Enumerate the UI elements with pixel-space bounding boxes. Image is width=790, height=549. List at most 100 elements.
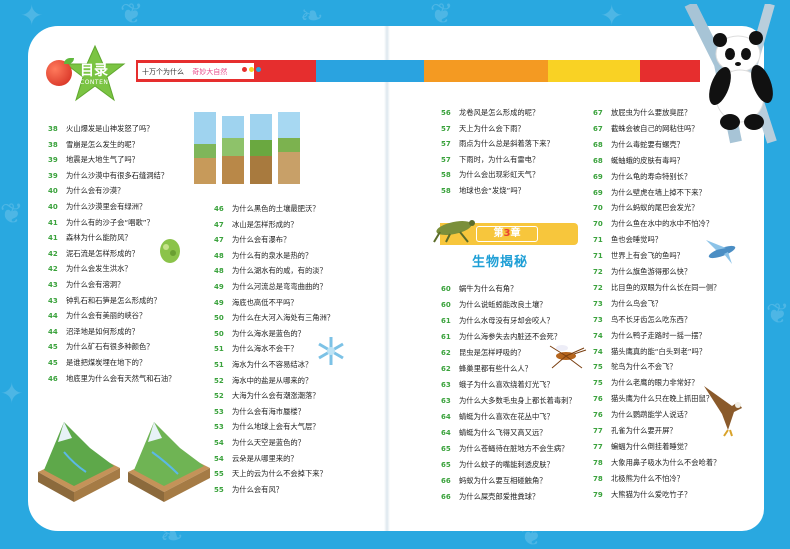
toc-page-number: 69 bbox=[593, 188, 603, 197]
toc-entry[interactable]: 49 海底也高低不平吗？ bbox=[214, 296, 298, 310]
toc-entry[interactable]: 70 为什么蚂蚁的尾巴会发光？ bbox=[593, 201, 699, 215]
toc-entry[interactable]: 64 蜻蜓为什么飞得又高又远？ bbox=[441, 426, 547, 440]
toc-entry[interactable]: 53 为什么会有海市蜃楼？ bbox=[214, 405, 305, 419]
toc-page-number: 63 bbox=[441, 397, 451, 405]
toc-entry[interactable]: 71 世界上有会飞的鱼吗？ bbox=[593, 249, 684, 263]
toc-entry[interactable]: 69 为什么龟的寿命特别长？ bbox=[593, 170, 691, 184]
chapter-label-pre: 第 bbox=[493, 228, 504, 239]
toc-entry[interactable]: 75 鸵鸟为什么不会飞？ bbox=[593, 360, 677, 374]
toc-entry[interactable]: 40 为什么沙漠里会有绿洲？ bbox=[48, 200, 146, 214]
toc-entry[interactable]: 65 为什么蚊子的嘴能刺透皮肤？ bbox=[441, 458, 554, 472]
toc-entry[interactable]: 48 为什么湖水有的咸，有的淡？ bbox=[214, 264, 327, 278]
toc-entry[interactable]: 77 孔雀为什么要开屏？ bbox=[593, 424, 677, 438]
toc-entry[interactable]: 46 地底里为什么会有天然气和石油？ bbox=[48, 372, 175, 386]
toc-entry[interactable]: 39 地震是大地生气了吗？ bbox=[48, 153, 139, 167]
toc-page-number: 48 bbox=[214, 251, 224, 260]
toc-entry-title: 为什么龟的寿命特别长？ bbox=[611, 171, 692, 181]
toc-entry[interactable]: 72 比目鱼的双眼为什么长在同一侧？ bbox=[593, 281, 720, 295]
toc-entry[interactable]: 51 海水为什么不容易结冰？ bbox=[214, 358, 312, 372]
toc-entry[interactable]: 43 为什么会有溶洞？ bbox=[48, 278, 124, 292]
toc-entry[interactable]: 45 是谁把煤炭埋在地下的？ bbox=[48, 356, 146, 370]
toc-entry[interactable]: 43 钟乳石和石笋是怎么形成的？ bbox=[48, 294, 161, 308]
toc-entry[interactable]: 78 北极熊为什么不怕冷？ bbox=[593, 472, 684, 486]
toc-entry[interactable]: 54 云朵是从哪里来的？ bbox=[214, 452, 298, 466]
toc-entry[interactable]: 65 为什么苍蝇待在脏地方不会生病？ bbox=[441, 442, 568, 456]
toc-entry[interactable]: 50 为什么海水是蓝色的？ bbox=[214, 327, 305, 341]
toc-entry[interactable]: 66 为什么屎壳郎爱推粪球？ bbox=[441, 490, 539, 504]
toc-entry[interactable]: 63 蛾子为什么喜欢绕着灯光飞？ bbox=[441, 378, 554, 392]
toc-entry[interactable]: 45 为什么矿石有很多种颜色？ bbox=[48, 340, 154, 354]
toc-entry[interactable]: 40 为什么会有沙漠？ bbox=[48, 184, 124, 198]
toc-entry[interactable]: 50 为什么在大河入海处有三角洲？ bbox=[214, 311, 334, 325]
toc-page-number: 76 bbox=[593, 411, 603, 420]
toc-page-number: 72 bbox=[593, 283, 603, 292]
toc-entry[interactable]: 73 鸟不长牙齿怎么吃东西？ bbox=[593, 313, 691, 327]
toc-page-number: 55 bbox=[214, 470, 224, 479]
toc-entry[interactable]: 74 猫头鹰真的能“白头到老”吗？ bbox=[593, 345, 706, 359]
toc-entry[interactable]: 53 为什么地球上会有大气层？ bbox=[214, 420, 320, 434]
toc-entry-title: 为什么老鹰的眼力非常好？ bbox=[611, 378, 699, 388]
toc-entry-title: 为什么会有风？ bbox=[232, 484, 284, 494]
toc-entry[interactable]: 72 为什么旗鱼游得那么快？ bbox=[593, 265, 691, 279]
toc-page-number: 76 bbox=[593, 395, 603, 404]
toc-entry[interactable]: 60 为什么说蚯蚓能改良土壤？ bbox=[441, 298, 547, 312]
toc-entry[interactable]: 64 蜻蜓为什么喜欢在花丛中飞？ bbox=[441, 410, 554, 424]
toc-entry[interactable]: 60 蜗牛为什么有角？ bbox=[441, 282, 517, 296]
toc-entry[interactable]: 44 为什么会有美丽的峡谷？ bbox=[48, 309, 146, 323]
toc-entry[interactable]: 61 为什么水母没有牙却会咬人？ bbox=[441, 314, 554, 328]
toc-entry[interactable]: 76 猫头鹰为什么只在晚上抓田鼠？ bbox=[593, 392, 713, 406]
toc-entry[interactable]: 66 蚂蚁为什么要互相碰触角？ bbox=[441, 474, 547, 488]
toc-entry[interactable]: 75 为什么老鹰的眼力非常好？ bbox=[593, 376, 699, 390]
toc-entry[interactable]: 57 下雨时，为什么有雷电？ bbox=[441, 153, 539, 167]
toc-entry[interactable]: 73 为什么鸟会飞？ bbox=[593, 297, 662, 311]
toc-entry[interactable]: 58 为什么会出现彩虹天气？ bbox=[441, 168, 539, 182]
toc-entry[interactable]: 55 为什么会有风？ bbox=[214, 483, 283, 497]
toc-entry[interactable]: 57 雨点为什么总是斜着落下来？ bbox=[441, 137, 554, 151]
toc-entry[interactable]: 44 沼泽地是如何形成的？ bbox=[48, 325, 139, 339]
toc-entry[interactable]: 78 大象用鼻子吸水为什么不会呛着？ bbox=[593, 456, 720, 470]
toc-entry-title: 为什么苍蝇待在脏地方不会生病？ bbox=[459, 444, 569, 453]
toc-entry[interactable]: 47 冰山是怎样形成的？ bbox=[214, 218, 298, 232]
toc-entry[interactable]: 63 为什么大多数毛虫身上都长着毒刺？ bbox=[441, 394, 576, 408]
toc-entry[interactable]: 56 龙卷风是怎么形成的呢？ bbox=[441, 106, 539, 120]
toc-entry[interactable]: 47 为什么会有瀑布？ bbox=[214, 233, 290, 247]
grasshopper-icon bbox=[433, 220, 475, 243]
toc-entry[interactable]: 58 地球也会“发烧”吗？ bbox=[441, 184, 525, 198]
toc-entry[interactable]: 55 天上的云为什么不会掉下来？ bbox=[214, 467, 327, 481]
toc-entry[interactable]: 52 大海为什么会有潮涨潮落？ bbox=[214, 389, 320, 403]
toc-entry[interactable]: 74 为什么鸭子走路时一摇一摆？ bbox=[593, 329, 706, 343]
toc-entry[interactable]: 79 大熊猫为什么爱吃竹子？ bbox=[593, 488, 691, 502]
toc-entry[interactable]: 42 为什么会发生洪水？ bbox=[48, 262, 132, 276]
toc-entry-title: 地震是大地生气了吗？ bbox=[66, 155, 139, 165]
toc-entry-title: 地底里为什么会有天然气和石油？ bbox=[66, 373, 176, 383]
toc-entry[interactable]: 39 为什么沙漠中有很多石缝洞结？ bbox=[48, 169, 168, 183]
toc-entry[interactable]: 57 天上为什么会下雨？ bbox=[441, 122, 525, 136]
toc-entry[interactable]: 38 火山爆发是山神发怒了吗？ bbox=[48, 122, 154, 136]
toc-entry[interactable]: 49 为什么河流总是弯弯曲曲的？ bbox=[214, 280, 327, 294]
toc-entry-title: 沼泽地是如何形成的？ bbox=[66, 326, 139, 336]
toc-page-number: 75 bbox=[593, 363, 603, 372]
toc-entry[interactable]: 38 雪崩是怎么发生的呢？ bbox=[48, 138, 139, 152]
toc-entry[interactable]: 52 海水中的盐是从哪来的？ bbox=[214, 374, 312, 388]
toc-entry[interactable]: 70 为什么鱼在水中的水中不怕冷？ bbox=[593, 217, 713, 231]
toc-entry[interactable]: 51 为什么海水不会干？ bbox=[214, 342, 298, 356]
toc-entry-title: 为什么说蚯蚓能改良土壤？ bbox=[459, 300, 547, 309]
toc-entry-title: 世界上有会飞的鱼吗？ bbox=[611, 251, 684, 261]
toc-entry[interactable]: 71 鱼也会睡觉吗？ bbox=[593, 233, 662, 247]
toc-entry[interactable]: 68 为什么毒蛇要有螺壳？ bbox=[593, 138, 684, 152]
toc-entry[interactable]: 76 为什么鹦鹉能学人说话？ bbox=[593, 408, 691, 422]
toc-entry[interactable]: 46 为什么黑色的土壤最肥沃？ bbox=[214, 202, 320, 216]
toc-entry[interactable]: 41 为什么有的沙子会“唱歌”？ bbox=[48, 216, 154, 230]
toc-entry[interactable]: 54 为什么天空是蓝色的？ bbox=[214, 436, 305, 450]
toc-entry[interactable]: 69 为什么壁虎在墙上掉不下来？ bbox=[593, 186, 706, 200]
toc-entry[interactable]: 48 为什么有的泉水是热的？ bbox=[214, 249, 312, 263]
toc-entry[interactable]: 41 森林为什么能防风？ bbox=[48, 231, 132, 245]
toc-entry[interactable]: 68 蜒蚰蛾的皮肤有毒吗？ bbox=[593, 154, 684, 168]
toc-entry[interactable]: 62 昆虫是怎样呼吸的？ bbox=[441, 346, 525, 360]
toc-entry[interactable]: 77 蝙蝠为什么倒挂着睡觉？ bbox=[593, 440, 691, 454]
toc-entry[interactable]: 67 放屁虫为什么要放臭屁？ bbox=[593, 106, 691, 120]
toc-entry[interactable]: 42 泥石流是怎样形成的？ bbox=[48, 247, 139, 261]
toc-page-number: 45 bbox=[48, 359, 58, 367]
toc-page-number: 68 bbox=[593, 140, 603, 149]
toc-entry[interactable]: 62 蜂巢里都有些什么人？ bbox=[441, 362, 532, 376]
